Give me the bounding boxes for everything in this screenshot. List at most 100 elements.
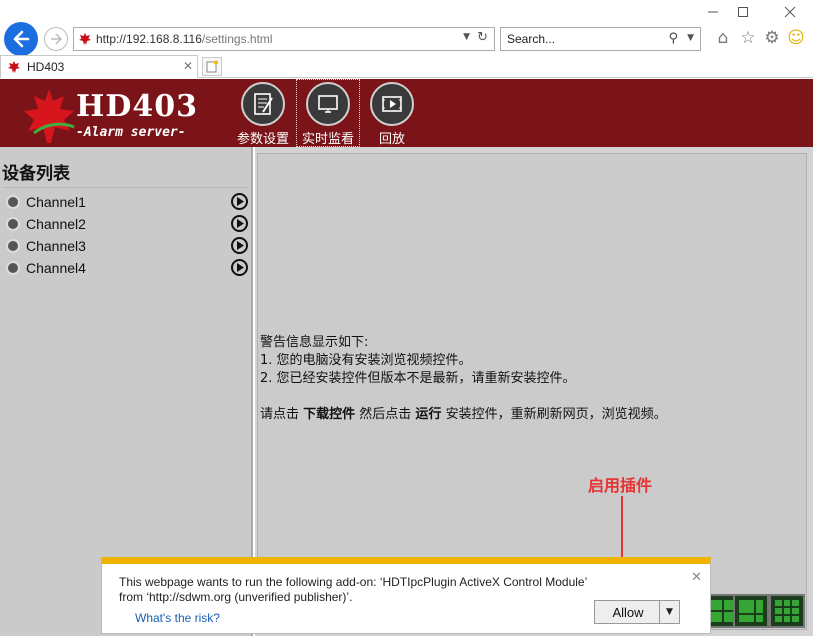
home-icon[interactable]: ⌂ — [712, 27, 734, 49]
url-path: /settings.html — [201, 32, 273, 46]
gear-icon[interactable]: ⚙ — [761, 27, 783, 49]
brand-title: HD403 — [76, 89, 198, 124]
back-button[interactable] — [4, 22, 38, 56]
search-icon[interactable]: ⚲ — [668, 31, 678, 46]
grid-cell — [739, 615, 754, 622]
channel-row[interactable]: Channel3 — [6, 236, 248, 256]
app-header: HD403 -Alarm server- 参数设置 实时监看 回放 — [0, 79, 813, 147]
grid-cell — [783, 608, 791, 614]
install-instructions: 请点击 下载控件 然后点击 运行 安装控件，重新刷新网页，浏览视频。 — [260, 406, 667, 424]
nav-live-monitor[interactable]: 实时监看 — [296, 79, 360, 147]
browser-navbar: http://192.168.8.116/settings.html ▼ ↻ S… — [0, 22, 813, 56]
maximize-button[interactable] — [723, 0, 763, 24]
address-bar[interactable]: http://192.168.8.116/settings.html ▼ ↻ — [73, 27, 495, 51]
nav-settings[interactable]: 参数设置 — [231, 79, 295, 147]
channel-row[interactable]: Channel4 — [6, 258, 248, 278]
grid-cell — [711, 600, 722, 610]
divider — [2, 187, 248, 188]
allow-dropdown-icon[interactable]: ▼ — [659, 601, 679, 623]
nav-playback[interactable]: 回放 — [360, 79, 424, 147]
grid-cell — [775, 616, 782, 622]
arrow-left-icon — [13, 30, 30, 48]
close-window-button[interactable] — [770, 0, 810, 24]
url-host: http://192.168.8.116 — [96, 32, 202, 46]
brand-subtitle: -Alarm server- — [76, 125, 186, 140]
warning-line-1: 1. 您的电脑没有安装浏览视频控件。 — [260, 353, 472, 368]
allow-label: Allow — [612, 604, 644, 620]
chevron-down-icon[interactable]: ▼ — [463, 32, 470, 42]
tab-bar: HD403 ✕ — [0, 55, 813, 78]
search-placeholder: Search... — [507, 32, 556, 46]
url-text: http://192.168.8.116/settings.html — [96, 32, 273, 46]
camera-icon — [6, 195, 20, 209]
play-icon[interactable] — [231, 237, 248, 254]
refresh-icon[interactable]: ↻ — [477, 30, 488, 45]
tab-close-icon[interactable]: ✕ — [183, 59, 193, 73]
grid-cell — [775, 600, 782, 606]
grid-cell — [755, 600, 763, 614]
search-dropdown-icon[interactable]: ▼ — [687, 33, 694, 43]
channel-row[interactable]: Channel2 — [6, 214, 248, 234]
forward-button[interactable] — [44, 27, 68, 51]
camera-icon — [6, 217, 20, 231]
channel-row[interactable]: Channel1 — [6, 192, 248, 212]
grid-cell — [792, 616, 799, 622]
device-list-title: 设备列表 — [2, 164, 70, 184]
channel-name: Channel1 — [26, 194, 86, 210]
nav-settings-label: 参数设置 — [236, 132, 289, 147]
tab-hd403[interactable]: HD403 ✕ — [0, 55, 198, 78]
maximize-icon — [738, 7, 748, 17]
addon-message: This webpage wants to run the following … — [119, 575, 587, 604]
maple-leaf-logo-icon — [24, 89, 75, 143]
notification-close-icon[interactable]: ✕ — [691, 570, 702, 585]
annotation-label: 启用插件 — [588, 476, 653, 495]
play-icon[interactable] — [231, 193, 248, 210]
grid-cell — [711, 612, 722, 622]
tab-title: HD403 — [27, 60, 65, 74]
grid-cell — [783, 600, 791, 606]
camera-icon — [6, 261, 20, 275]
camera-icon — [6, 239, 20, 253]
channel-name: Channel4 — [26, 260, 86, 276]
arrow-right-icon — [51, 33, 63, 45]
maple-leaf-favicon-icon — [79, 33, 91, 45]
window-titlebar — [0, 0, 813, 24]
nav-live-monitor-label: 实时监看 — [301, 132, 354, 147]
minimize-icon — [708, 11, 718, 13]
logo: HD403 -Alarm server- — [20, 85, 200, 145]
close-icon — [784, 6, 796, 18]
grid-cell — [755, 615, 763, 622]
instr-c: 安装控件，重新刷新网页，浏览视频。 — [441, 407, 667, 422]
grid-cell — [775, 608, 782, 614]
instr-a: 请点击 — [260, 407, 304, 422]
layout-6-button[interactable] — [733, 594, 769, 628]
channel-name: Channel3 — [26, 238, 86, 254]
plugin-warning: 警告信息显示如下: 1. 您的电脑没有安装浏览视频控件。 2. 您已经安装控件但… — [260, 334, 667, 424]
play-icon[interactable] — [231, 215, 248, 232]
download-plugin-link[interactable]: 下载控件 — [303, 407, 355, 422]
new-tab-button[interactable] — [202, 57, 222, 76]
nav-playback-label: 回放 — [378, 132, 405, 147]
addon-notification-bar: This webpage wants to run the following … — [101, 557, 711, 634]
layout-9-button[interactable] — [769, 594, 805, 628]
instr-b: 然后点击 — [355, 407, 416, 422]
grid-cell — [792, 600, 799, 606]
warning-line-2: 2. 您已经安装控件但版本不是最新，请重新安装控件。 — [260, 371, 576, 386]
search-input[interactable]: Search... ⚲ ▼ — [500, 27, 701, 51]
grid-cell — [792, 608, 799, 614]
playback-icon — [370, 82, 414, 126]
new-tab-icon — [206, 60, 218, 73]
whats-the-risk-link[interactable]: What's the risk? — [135, 611, 220, 625]
monitor-icon — [306, 82, 350, 126]
grid-cell — [739, 600, 754, 614]
run-text: 运行 — [415, 407, 442, 422]
favorites-star-icon[interactable]: ☆ — [737, 27, 759, 49]
maple-leaf-tab-icon — [8, 61, 20, 73]
warning-title: 警告信息显示如下: — [260, 335, 369, 350]
smiley-feedback-icon[interactable]: ☺ — [785, 27, 807, 49]
grid-cell — [783, 616, 791, 622]
play-icon[interactable] — [231, 259, 248, 276]
settings-doc-icon — [241, 82, 285, 126]
channel-name: Channel2 — [26, 216, 86, 232]
